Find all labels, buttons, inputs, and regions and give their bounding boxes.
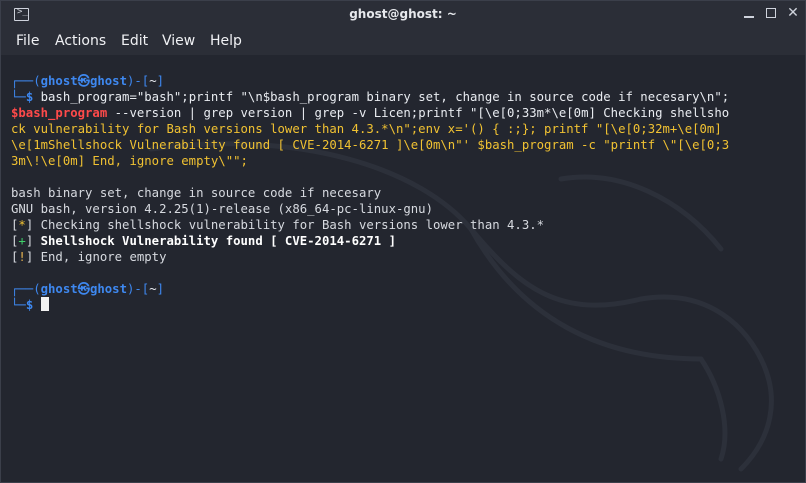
maximize-icon[interactable] — [764, 6, 778, 20]
command-variable: $bash_program — [11, 106, 108, 120]
command-line-4: \e[1mShellshock Vulnerability found [ CV… — [11, 137, 729, 153]
prompt-bracket-close: ] — [156, 74, 165, 88]
output-text: Shellshock Vulnerability found [ CVE-201… — [33, 234, 396, 248]
output-text: End, ignore empty — [33, 250, 167, 264]
status-marker: + — [18, 234, 26, 248]
prompt-bracket: )-[ — [127, 74, 150, 88]
prompt-line-2: ┌──(ghost㉿ghost)-[~] — [11, 281, 164, 297]
command-text: 3m\!\e[0m] End, ignore empty\""; — [11, 154, 248, 168]
output-line-3: [*] Checking shellshock vulnerability fo… — [11, 218, 545, 232]
status-marker: * — [18, 218, 26, 232]
prompt-corner-bottom: └─ — [11, 90, 26, 104]
menu-bar: File Actions Edit View Help — [1, 29, 805, 55]
terminal-area[interactable]: ┌──(ghost㉿ghost)-[~] └─$ bash_program="b… — [1, 59, 805, 482]
prompt-corner: ┌──( — [11, 282, 41, 296]
menu-edit[interactable]: Edit — [121, 33, 148, 49]
prompt-separator: ㉿ — [77, 282, 90, 296]
output-line-5: [!] End, ignore empty — [11, 250, 167, 264]
output-line-4: [+] Shellshock Vulnerability found [ CVE… — [11, 234, 396, 248]
command-text: bash_program="bash";printf "\n$bash_prog… — [33, 90, 730, 104]
prompt-symbol: $ — [25, 298, 34, 312]
command-line-1: └─$ bash_program="bash";printf "\n$bash_… — [11, 89, 729, 105]
menu-actions[interactable]: Actions — [55, 33, 106, 49]
output-line-2: GNU bash, version 4.2.25(1)-release (x86… — [11, 202, 433, 216]
command-text: ck vulnerability for Bash versions lower… — [11, 122, 722, 136]
menu-file[interactable]: File — [16, 33, 39, 49]
prompt-bracket-close: ] — [156, 282, 165, 296]
prompt-user: ghost — [40, 74, 78, 88]
minimize-icon[interactable] — [742, 6, 756, 20]
title-bar: >_ ghost@ghost: ~ ✕ — [1, 1, 805, 29]
prompt-bracket: )-[ — [127, 282, 150, 296]
menu-view[interactable]: View — [162, 33, 195, 49]
prompt-corner-bottom: └─ — [11, 298, 26, 312]
text-cursor — [40, 297, 49, 311]
prompt-host: ghost — [89, 282, 127, 296]
output-line-1: bash binary set, change in source code i… — [11, 186, 382, 200]
output-text: Checking shellshock vulnerability for Ba… — [33, 218, 545, 232]
command-line-5: 3m\!\e[0m] End, ignore empty\""; — [11, 153, 248, 169]
status-marker: ! — [18, 250, 26, 264]
terminal-window: >_ ghost@ghost: ~ ✕ File Actions Edit Vi… — [0, 0, 806, 483]
command-text: --version | grep version | grep -v Licen… — [107, 106, 730, 120]
prompt-corner: ┌──( — [11, 74, 41, 88]
command-line-3: ck vulnerability for Bash versions lower… — [11, 121, 722, 137]
prompt-separator: ㉿ — [77, 74, 90, 88]
window-title: ghost@ghost: ~ — [349, 7, 457, 21]
close-icon[interactable]: ✕ — [786, 6, 800, 20]
input-line[interactable]: └─$ — [11, 297, 49, 313]
prompt-line-1: ┌──(ghost㉿ghost)-[~] — [11, 73, 164, 89]
command-line-2: $bash_program --version | grep version |… — [11, 105, 729, 121]
prompt-host: ghost — [89, 74, 127, 88]
command-text: \e[1mShellshock Vulnerability found [ CV… — [11, 138, 730, 152]
prompt-dir: ~ — [149, 74, 157, 88]
prompt-user: ghost — [40, 282, 78, 296]
prompt-dir: ~ — [149, 282, 157, 296]
menu-help[interactable]: Help — [210, 33, 242, 49]
